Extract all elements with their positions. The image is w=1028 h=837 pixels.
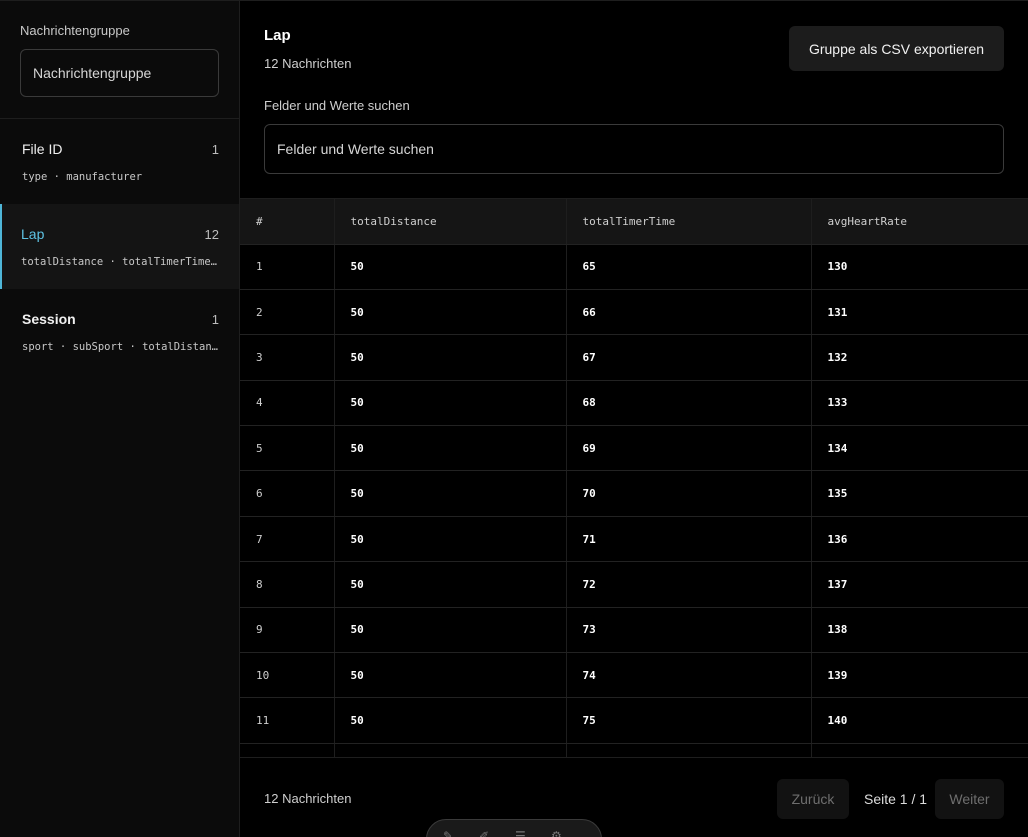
gear-icon[interactable]: ⚙ bbox=[551, 830, 567, 837]
table-row[interactable]: 4 50 68 133 bbox=[240, 380, 1028, 427]
table-row[interactable]: 5 50 69 134 bbox=[240, 425, 1028, 472]
row-index-cell bbox=[240, 743, 335, 757]
message-count: 12 Nachrichten bbox=[264, 56, 352, 71]
table-cell: 50 bbox=[334, 425, 567, 472]
next-page-button[interactable]: Weiter bbox=[935, 779, 1004, 819]
group-count: 1 bbox=[211, 141, 219, 157]
table-cell: 139 bbox=[811, 652, 1028, 699]
table-row[interactable]: 6 50 70 135 bbox=[240, 470, 1028, 517]
table-cell: 50 bbox=[334, 652, 567, 699]
table-row[interactable]: 10 50 74 139 bbox=[240, 652, 1028, 699]
group-filter-input[interactable] bbox=[20, 49, 219, 97]
row-index-cell: 4 bbox=[240, 380, 335, 427]
table-cell: 73 bbox=[566, 607, 812, 654]
group-count: 12 bbox=[204, 226, 219, 242]
group-name: Session bbox=[22, 311, 76, 327]
row-index-cell: 1 bbox=[240, 244, 335, 290]
column-header-avg-heart-rate[interactable]: avgHeartRate bbox=[811, 199, 1028, 245]
table-cell: 74 bbox=[566, 652, 812, 699]
column-header-index[interactable]: # bbox=[240, 199, 335, 245]
footer-message-count: 12 Nachrichten bbox=[264, 791, 352, 806]
table-cell: 140 bbox=[811, 697, 1028, 744]
table-cell: 50 bbox=[334, 289, 567, 336]
table-row[interactable]: 11 50 75 140 bbox=[240, 697, 1028, 744]
row-index-cell: 6 bbox=[240, 470, 335, 517]
row-index-cell: 10 bbox=[240, 652, 335, 699]
table-cell: 65 bbox=[566, 244, 812, 290]
table-cell: 66 bbox=[566, 289, 812, 336]
brush-icon[interactable]: ✐ bbox=[479, 830, 495, 837]
export-csv-button[interactable]: Gruppe als CSV exportieren bbox=[789, 26, 1004, 71]
group-filter: Nachrichtengruppe bbox=[0, 1, 239, 119]
field-search-input[interactable] bbox=[264, 124, 1004, 174]
column-header-total-distance[interactable]: totalDistance bbox=[334, 199, 567, 245]
table-cell: 70 bbox=[566, 470, 812, 517]
table-cell: 72 bbox=[566, 561, 812, 608]
main-panel: Lap 12 Nachrichten Gruppe als CSV export… bbox=[240, 0, 1028, 837]
table-cell: 50 bbox=[334, 607, 567, 654]
table-cell: 69 bbox=[566, 425, 812, 472]
table-cell: 50 bbox=[334, 697, 567, 744]
table-cell: 50 bbox=[334, 516, 567, 563]
page-title: Lap bbox=[264, 27, 291, 44]
table-cell bbox=[334, 743, 567, 757]
data-table-container[interactable]: # totalDistance totalTimerTime avgHeartR… bbox=[240, 198, 1028, 757]
table-cell bbox=[811, 743, 1028, 757]
row-index-cell: 5 bbox=[240, 425, 335, 472]
pagination-footer: 12 Nachrichten Zurück Seite 1 / 1 Weiter bbox=[240, 757, 1028, 837]
row-index-cell: 3 bbox=[240, 334, 335, 381]
table-row[interactable]: 8 50 72 137 bbox=[240, 561, 1028, 608]
group-count: 1 bbox=[211, 311, 219, 327]
row-index-cell: 7 bbox=[240, 516, 335, 563]
page-indicator: Seite 1 / 1 bbox=[864, 791, 928, 807]
table-cell: 137 bbox=[811, 561, 1028, 608]
table-cell: 138 bbox=[811, 607, 1028, 654]
group-fields: totalDistance · totalTimerTime … bbox=[21, 256, 217, 268]
table-cell: 50 bbox=[334, 380, 567, 427]
row-index-cell: 9 bbox=[240, 607, 335, 654]
table-cell bbox=[566, 743, 812, 757]
table-row[interactable]: 2 50 66 131 bbox=[240, 289, 1028, 336]
table-cell: 68 bbox=[566, 380, 812, 427]
table-row[interactable] bbox=[240, 743, 1028, 757]
sidebar: Nachrichtengruppe File ID 1 type · manuf… bbox=[0, 0, 240, 837]
table-cell: 50 bbox=[334, 244, 567, 290]
table-cell: 132 bbox=[811, 334, 1028, 381]
table-cell: 71 bbox=[566, 516, 812, 563]
floating-toolbar: ✎ ✐ ☰ ⚙ bbox=[426, 819, 602, 837]
data-table: # totalDistance totalTimerTime avgHeartR… bbox=[240, 199, 1028, 757]
table-row[interactable]: 9 50 73 138 bbox=[240, 607, 1028, 654]
row-index-cell: 2 bbox=[240, 289, 335, 336]
table-cell: 50 bbox=[334, 334, 567, 381]
table-cell: 131 bbox=[811, 289, 1028, 336]
pen-icon[interactable]: ✎ bbox=[443, 830, 459, 837]
group-filter-label: Nachrichtengruppe bbox=[20, 23, 130, 38]
table-header-row: # totalDistance totalTimerTime avgHeartR… bbox=[240, 199, 1028, 245]
table-cell: 67 bbox=[566, 334, 812, 381]
group-fields: sport · subSport · totalDistanc… bbox=[22, 341, 218, 353]
table-cell: 133 bbox=[811, 380, 1028, 427]
table-cell: 136 bbox=[811, 516, 1028, 563]
table-cell: 134 bbox=[811, 425, 1028, 472]
table-row[interactable]: 1 50 65 130 bbox=[240, 244, 1028, 290]
group-name: Lap bbox=[21, 226, 45, 242]
table-cell: 135 bbox=[811, 470, 1028, 517]
row-index-cell: 8 bbox=[240, 561, 335, 608]
sidebar-item-lap[interactable]: Lap 12 totalDistance · totalTimerTime … bbox=[0, 204, 239, 289]
column-header-total-timer-time[interactable]: totalTimerTime bbox=[566, 199, 812, 245]
table-cell: 75 bbox=[566, 697, 812, 744]
group-name: File ID bbox=[22, 141, 63, 157]
table-row[interactable]: 7 50 71 136 bbox=[240, 516, 1028, 563]
table-cell: 130 bbox=[811, 244, 1028, 290]
field-search-label: Felder und Werte suchen bbox=[264, 98, 410, 113]
sidebar-item-session[interactable]: Session 1 sport · subSport · totalDistan… bbox=[0, 289, 239, 374]
menu-icon[interactable]: ☰ bbox=[515, 830, 531, 837]
group-fields: type · manufacturer bbox=[22, 171, 143, 183]
table-row[interactable]: 3 50 67 132 bbox=[240, 334, 1028, 381]
table-cell: 50 bbox=[334, 470, 567, 517]
sidebar-item-file-id[interactable]: File ID 1 type · manufacturer bbox=[0, 119, 239, 204]
table-cell: 50 bbox=[334, 561, 567, 608]
row-index-cell: 11 bbox=[240, 697, 335, 744]
previous-page-button[interactable]: Zurück bbox=[777, 779, 849, 819]
